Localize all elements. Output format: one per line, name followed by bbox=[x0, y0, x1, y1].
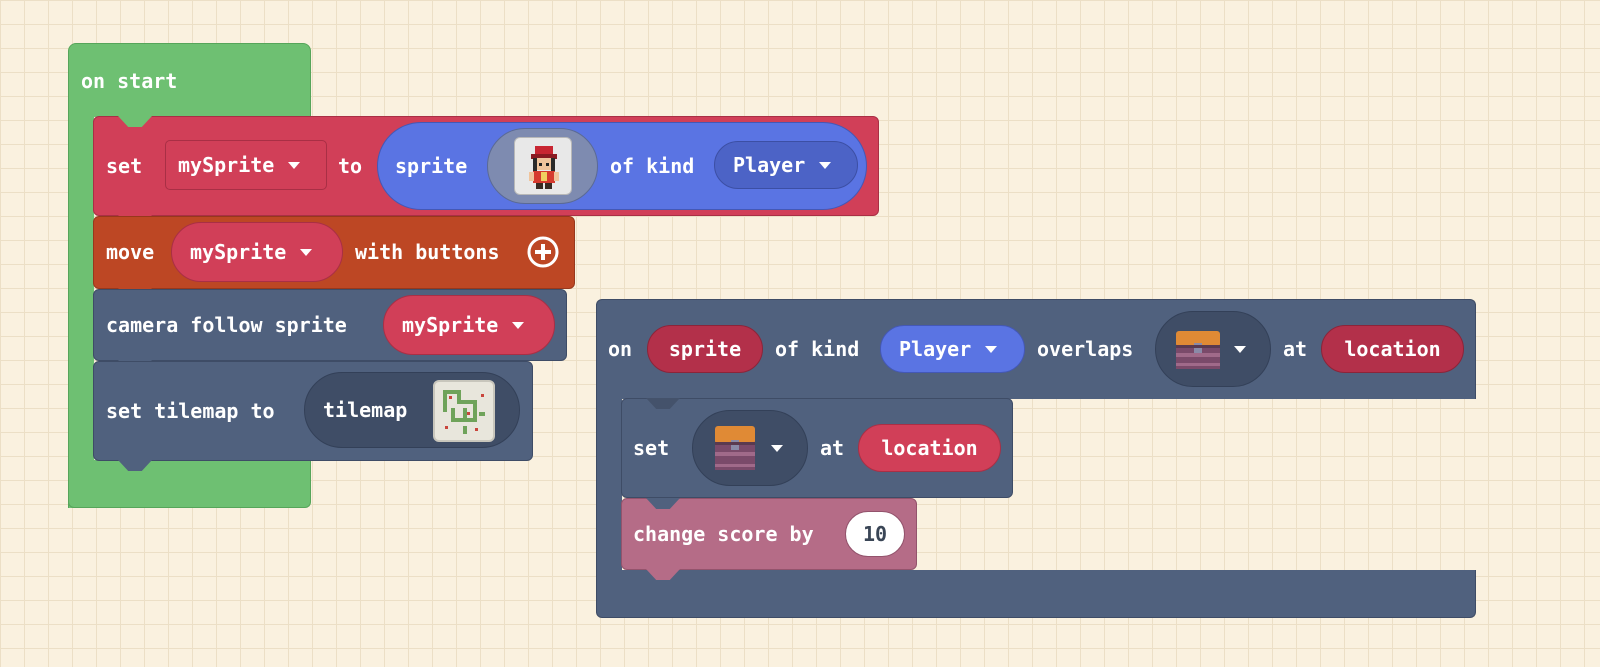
move-label: move bbox=[106, 240, 155, 264]
on-start-label: on start bbox=[81, 69, 178, 93]
at-label: at bbox=[820, 436, 845, 460]
overlap-event-body-bar bbox=[596, 398, 622, 572]
camera-follow-label: camera follow sprite bbox=[106, 313, 347, 337]
score-value: 10 bbox=[862, 522, 888, 546]
set-label: set bbox=[106, 154, 143, 178]
variable-dropdown[interactable]: mySprite bbox=[165, 140, 327, 190]
tile-dropdown[interactable] bbox=[692, 410, 808, 486]
chevron-down-icon bbox=[512, 321, 525, 329]
sprite-label: sprite bbox=[395, 154, 468, 178]
variable-name: mySprite bbox=[190, 240, 287, 264]
chevron-down-icon bbox=[985, 345, 998, 353]
of-kind-label: of kind bbox=[775, 337, 860, 361]
with-buttons-label: with buttons bbox=[355, 240, 500, 264]
on-label: on bbox=[608, 337, 633, 361]
at-label: at bbox=[1283, 337, 1308, 361]
treasure-chest-icon bbox=[709, 422, 761, 474]
on-start-body-bar bbox=[68, 116, 94, 508]
sprite-param-label: sprite bbox=[668, 337, 742, 361]
kind-dropdown[interactable]: Player bbox=[714, 141, 858, 189]
location-param-label: location bbox=[881, 436, 978, 460]
variable-name: mySprite bbox=[402, 313, 499, 337]
chevron-down-icon bbox=[771, 444, 783, 452]
of-kind-label: of kind bbox=[610, 154, 695, 178]
variable-name: mySprite bbox=[178, 153, 275, 177]
set-tilemap-label: set tilemap to bbox=[106, 399, 275, 423]
variable-dropdown[interactable]: mySprite bbox=[383, 295, 555, 355]
player-character-icon bbox=[513, 137, 572, 195]
tilemap-label: tilemap bbox=[323, 398, 408, 422]
chevron-down-icon bbox=[300, 248, 313, 256]
plus-circle-icon[interactable] bbox=[526, 235, 560, 269]
overlap-event-foot bbox=[596, 570, 1476, 618]
chevron-down-icon bbox=[819, 161, 832, 169]
set-label: set bbox=[633, 436, 670, 460]
change-score-label: change score by bbox=[633, 522, 814, 546]
chevron-down-icon bbox=[1234, 345, 1246, 353]
treasure-chest-icon bbox=[1172, 325, 1224, 373]
kind-value: Player bbox=[733, 153, 806, 177]
sprite-image-picker[interactable] bbox=[487, 128, 598, 204]
score-value-input[interactable]: 10 bbox=[845, 511, 905, 557]
on-start-foot bbox=[68, 460, 311, 508]
maze-tilemap-icon[interactable] bbox=[433, 380, 495, 442]
variable-dropdown[interactable]: mySprite bbox=[171, 222, 343, 282]
location-param-label: location bbox=[1344, 337, 1441, 361]
location-param[interactable]: location bbox=[858, 424, 1001, 472]
overlaps-label: overlaps bbox=[1037, 337, 1134, 361]
chevron-down-icon bbox=[288, 161, 301, 169]
sprite-param[interactable]: sprite bbox=[647, 325, 763, 373]
tile-dropdown[interactable] bbox=[1155, 311, 1271, 387]
to-label: to bbox=[338, 154, 363, 178]
location-param[interactable]: location bbox=[1321, 325, 1464, 373]
kind-dropdown[interactable]: Player bbox=[880, 325, 1025, 373]
kind-value: Player bbox=[899, 337, 972, 361]
